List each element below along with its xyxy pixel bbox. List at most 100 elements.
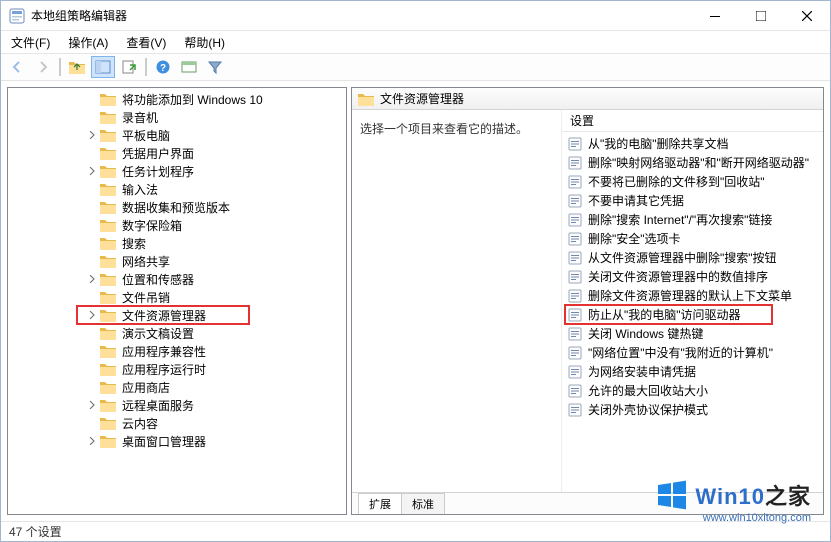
tree-item-label: 应用商店 <box>120 379 172 396</box>
setting-item[interactable]: 关闭外壳协议保护模式 <box>562 400 823 419</box>
minimize-button[interactable] <box>692 1 738 30</box>
tree-item[interactable]: 凭据用户界面 <box>8 144 346 162</box>
setting-item[interactable]: 关闭文件资源管理器中的数值排序 <box>562 267 823 286</box>
tree-item[interactable]: 文件吊销 <box>8 288 346 306</box>
setting-item[interactable]: 从文件资源管理器中删除"搜索"按钮 <box>562 248 823 267</box>
detail-pane: 文件资源管理器 选择一个项目来查看它的描述。 设置 从"我的电脑"删除共享文档删… <box>351 87 824 515</box>
chevron-right-icon <box>86 381 98 393</box>
tree-item-label: 网络共享 <box>120 253 172 270</box>
up-level-button[interactable] <box>65 56 89 78</box>
tree-item[interactable]: 桌面窗口管理器 <box>8 432 346 450</box>
show-tree-button[interactable] <box>91 56 115 78</box>
menu-view[interactable]: 查看(V) <box>122 32 170 53</box>
tree-item[interactable]: 数字保险箱 <box>8 216 346 234</box>
tab-standard[interactable]: 标准 <box>401 493 445 514</box>
tree-item-label: 凭据用户界面 <box>120 145 196 162</box>
chevron-right-icon[interactable] <box>86 165 98 177</box>
policy-icon <box>568 270 582 284</box>
close-button[interactable] <box>784 1 830 30</box>
folder-icon <box>100 92 116 106</box>
setting-item[interactable]: 删除文件资源管理器的默认上下文菜单 <box>562 286 823 305</box>
tab-extended[interactable]: 扩展 <box>358 493 402 514</box>
tree-item[interactable]: 远程桌面服务 <box>8 396 346 414</box>
chevron-right-icon <box>86 237 98 249</box>
detail-header: 文件资源管理器 <box>352 88 823 110</box>
folder-icon <box>100 146 116 160</box>
tree-view[interactable]: 将功能添加到 Windows 10录音机平板电脑凭据用户界面任务计划程序输入法数… <box>7 87 347 515</box>
toolbar: ? <box>1 53 830 81</box>
tree-item-label: 桌面窗口管理器 <box>120 433 208 450</box>
folder-icon <box>100 164 116 178</box>
setting-item[interactable]: 从"我的电脑"删除共享文档 <box>562 134 823 153</box>
chevron-right-icon[interactable] <box>86 435 98 447</box>
tree-item[interactable]: 位置和传感器 <box>8 270 346 288</box>
folder-icon <box>100 290 116 304</box>
tree-item[interactable]: 数据收集和预览版本 <box>8 198 346 216</box>
chevron-right-icon[interactable] <box>86 273 98 285</box>
setting-item[interactable]: 防止从"我的电脑"访问驱动器 <box>562 305 823 324</box>
setting-item[interactable]: 删除"搜索 Internet"/"再次搜索"链接 <box>562 210 823 229</box>
tree-item-label: 录音机 <box>120 109 160 126</box>
tree-item[interactable]: 演示文稿设置 <box>8 324 346 342</box>
setting-item[interactable]: 删除"映射网络驱动器"和"断开网络驱动器" <box>562 153 823 172</box>
tree-item[interactable]: 文件资源管理器 <box>8 306 346 324</box>
breadcrumb: 文件资源管理器 <box>380 90 464 107</box>
toolbar-separator <box>145 58 147 76</box>
window-title: 本地组策略编辑器 <box>31 7 692 24</box>
setting-item[interactable]: 删除"安全"选项卡 <box>562 229 823 248</box>
export-list-button[interactable] <box>117 56 141 78</box>
policy-icon <box>568 365 582 379</box>
setting-item-label: 不要申请其它凭据 <box>588 192 684 209</box>
setting-item[interactable]: 关闭 Windows 键热键 <box>562 324 823 343</box>
chevron-right-icon[interactable] <box>86 129 98 141</box>
filter-button[interactable] <box>203 56 227 78</box>
nav-forward-button[interactable] <box>31 56 55 78</box>
chevron-right-icon <box>86 93 98 105</box>
maximize-button[interactable] <box>738 1 784 30</box>
tree-item[interactable]: 将功能添加到 Windows 10 <box>8 90 346 108</box>
tree-item[interactable]: 录音机 <box>8 108 346 126</box>
setting-item-label: 防止从"我的电脑"访问驱动器 <box>588 306 741 323</box>
chevron-right-icon <box>86 255 98 267</box>
titlebar[interactable]: 本地组策略编辑器 <box>1 1 830 31</box>
tree-item[interactable]: 输入法 <box>8 180 346 198</box>
policy-icon <box>568 346 582 360</box>
setting-item[interactable]: 为网络安装申请凭据 <box>562 362 823 381</box>
setting-item[interactable]: 允许的最大回收站大小 <box>562 381 823 400</box>
status-text: 47 个设置 <box>9 523 62 540</box>
details-button[interactable] <box>177 56 201 78</box>
policy-icon <box>568 156 582 170</box>
setting-item-label: 关闭外壳协议保护模式 <box>588 401 708 418</box>
tree-item[interactable]: 平板电脑 <box>8 126 346 144</box>
chevron-right-icon[interactable] <box>86 399 98 411</box>
settings-column-header[interactable]: 设置 <box>562 110 823 132</box>
tree-item[interactable]: 应用程序兼容性 <box>8 342 346 360</box>
nav-back-button[interactable] <box>5 56 29 78</box>
tree-item[interactable]: 任务计划程序 <box>8 162 346 180</box>
chevron-right-icon[interactable] <box>86 309 98 321</box>
policy-icon <box>568 289 582 303</box>
setting-item-label: "网络位置"中没有"我附近的计算机" <box>588 344 773 361</box>
setting-item-label: 允许的最大回收站大小 <box>588 382 708 399</box>
tree-item[interactable]: 云内容 <box>8 414 346 432</box>
tree-item[interactable]: 网络共享 <box>8 252 346 270</box>
menu-file[interactable]: 文件(F) <box>7 32 54 53</box>
tree-item[interactable]: 应用程序运行时 <box>8 360 346 378</box>
setting-item[interactable]: 不要将已删除的文件移到"回收站" <box>562 172 823 191</box>
setting-item-label: 删除"搜索 Internet"/"再次搜索"链接 <box>588 211 772 228</box>
tree-item[interactable]: 搜索 <box>8 234 346 252</box>
tree-item-label: 搜索 <box>120 235 148 252</box>
settings-list[interactable]: 从"我的电脑"删除共享文档删除"映射网络驱动器"和"断开网络驱动器"不要将已删除… <box>562 132 823 492</box>
chevron-right-icon <box>86 345 98 357</box>
setting-item[interactable]: "网络位置"中没有"我附近的计算机" <box>562 343 823 362</box>
setting-item[interactable]: 不要申请其它凭据 <box>562 191 823 210</box>
menu-action[interactable]: 操作(A) <box>64 32 112 53</box>
watermark: Win10之家 www.win10xitong.com <box>655 478 811 524</box>
tree-item-label: 文件资源管理器 <box>120 307 208 324</box>
chevron-right-icon <box>86 111 98 123</box>
help-button[interactable]: ? <box>151 56 175 78</box>
watermark-url: www.win10xitong.com <box>703 512 811 524</box>
tree-item[interactable]: 应用商店 <box>8 378 346 396</box>
policy-icon <box>568 213 582 227</box>
menu-help[interactable]: 帮助(H) <box>180 32 229 53</box>
